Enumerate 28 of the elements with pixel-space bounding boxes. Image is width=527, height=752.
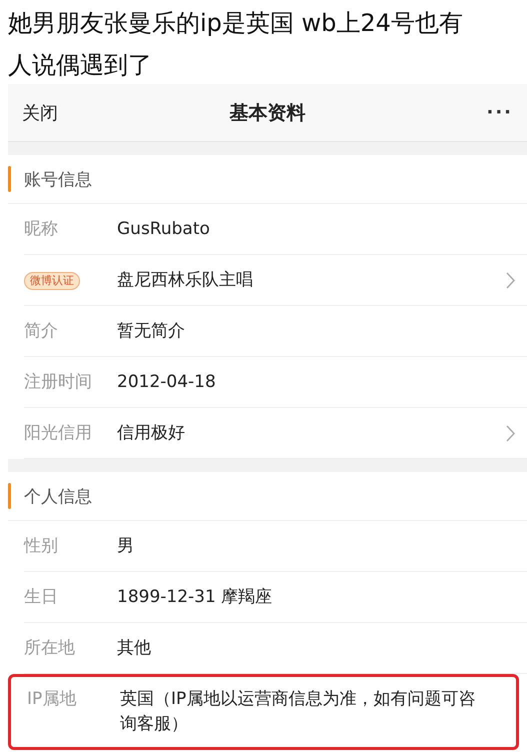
- field-value: 2012-04-18: [117, 371, 217, 394]
- field-label: 阳光信用: [24, 422, 93, 445]
- field-value: 其他: [117, 637, 152, 660]
- more-button[interactable]: ···: [486, 102, 513, 123]
- chevron-right-icon[interactable]: [506, 425, 515, 442]
- verified-badge: 微博认证: [24, 272, 80, 290]
- field-label: IP属地: [27, 688, 78, 711]
- section-marker: [8, 166, 11, 192]
- field-label: 注册时间: [24, 371, 93, 394]
- field-value: 盘尼西林乐队主唱: [117, 269, 254, 292]
- field-value: 英国（IP属地以运营商信息为准，如有问题可咨询客服）: [120, 688, 476, 736]
- field-label: 生日: [24, 586, 59, 609]
- field-label: 性别: [24, 535, 59, 558]
- chevron-right-icon[interactable]: [506, 272, 515, 289]
- field-label: 所在地: [24, 637, 76, 660]
- section-marker: [8, 483, 11, 509]
- field-value: GusRubato: [117, 218, 211, 241]
- section-title: 账号信息: [24, 168, 92, 190]
- page-title: 基本资料: [230, 102, 306, 124]
- field-value: 1899-12-31 摩羯座: [117, 586, 274, 609]
- section-title: 个人信息: [24, 486, 92, 508]
- close-button[interactable]: 关闭: [22, 100, 58, 124]
- field-value: 男: [117, 535, 135, 558]
- field-label: 简介: [24, 320, 59, 343]
- field-value: 暂无简介: [117, 320, 186, 343]
- field-label: 昵称: [24, 218, 59, 241]
- field-value: 信用极好: [117, 422, 186, 445]
- caption-text: 她男朋友张曼乐的ip是英国 wb上24号也有人说偶遇到了: [8, 8, 464, 81]
